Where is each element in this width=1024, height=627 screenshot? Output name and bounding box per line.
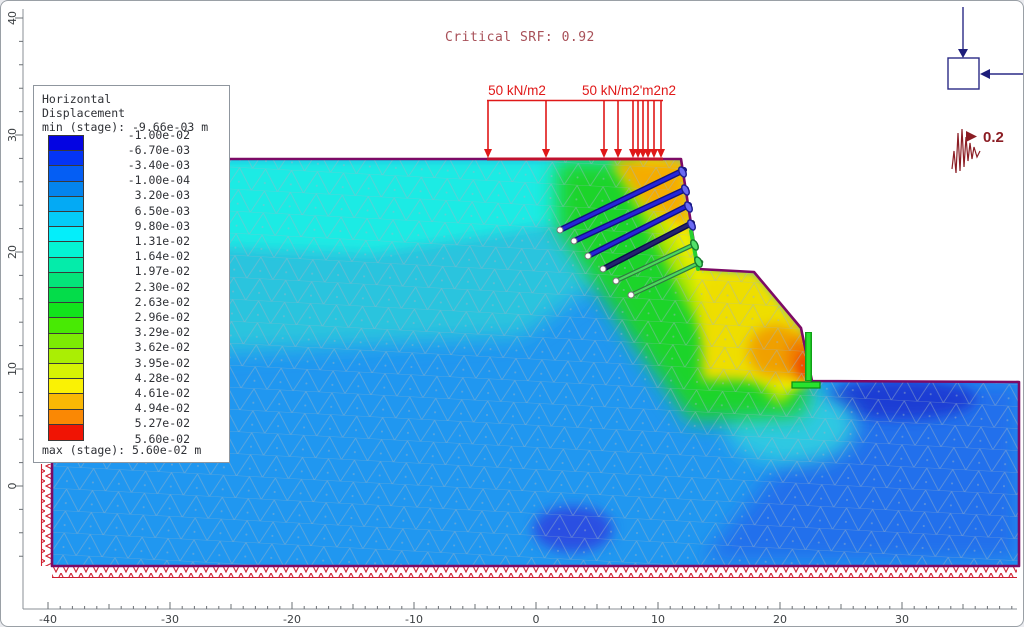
legend-color-chip	[49, 273, 83, 288]
y-axis-tick-label: 10	[6, 362, 19, 376]
seismic-load-icon: 0.2	[952, 129, 1004, 173]
legend-value: 2.30e-02	[84, 281, 190, 294]
legend-color-chip	[49, 166, 83, 181]
legend-value: 1.64e-02	[84, 250, 190, 263]
load-arrow-head	[484, 149, 492, 158]
legend-value: -1.00e-02	[84, 129, 190, 142]
legend-color-chip	[49, 242, 83, 257]
seismic-direction-arrow-icon	[966, 131, 977, 142]
nail-end-node	[571, 238, 577, 244]
legend-max-value: max (stage): 5.60e-02 m	[42, 443, 201, 457]
legend-color-chip	[49, 212, 83, 227]
x-axis-tick-label: 30	[895, 613, 909, 626]
x-axis-tick-label: -30	[161, 613, 179, 626]
legend-color-chip	[49, 425, 83, 440]
legend-color-chip	[49, 379, 83, 394]
nail-end-node	[557, 227, 563, 233]
seismic-coefficient-value: 0.2	[983, 129, 1004, 146]
load-arrow-head	[650, 149, 658, 158]
legend-value: 4.61e-02	[84, 387, 190, 400]
legend-color-chip	[49, 349, 83, 364]
load-label-right: 50 kN/m2'm2n2	[582, 83, 676, 98]
legend-value: 1.97e-02	[84, 265, 190, 278]
x-axis-tick-label: 20	[773, 613, 787, 626]
legend-value: 2.96e-02	[84, 311, 190, 324]
load-arrow-head	[657, 149, 665, 158]
legend-color-chip	[49, 197, 83, 212]
legend-color-chip	[49, 364, 83, 379]
y-axis-tick-label: 40	[6, 11, 19, 25]
field-stress-icon	[948, 7, 1023, 89]
legend-value: 6.50e-03	[84, 205, 190, 218]
x-axis-tick-label: -10	[405, 613, 423, 626]
nail-end-node	[628, 292, 634, 298]
legend-title-line2: Displacement	[42, 106, 208, 120]
legend-value: 1.31e-02	[84, 235, 190, 248]
x-axis-tick-label: -20	[283, 613, 301, 626]
legend-value: 4.94e-02	[84, 402, 190, 415]
fea-interpreter-window: -40 -30 -20 -10 0 10 20 30 0 10 20 30 40 50 kN/m2 50…	[0, 0, 1024, 627]
legend-value: 3.95e-02	[84, 357, 190, 370]
legend-color-chip	[49, 303, 83, 318]
load-arrow-head	[600, 149, 608, 158]
critical-srf-label: Critical SRF: 0.92	[445, 30, 595, 45]
bottom-roller-hatching	[52, 567, 1017, 578]
legend-color-chip	[49, 227, 83, 242]
legend-color-chip	[49, 318, 83, 333]
legend-value: 3.29e-02	[84, 326, 190, 339]
legend-color-chip	[49, 182, 83, 197]
legend-title-line1: Horizontal	[42, 92, 208, 106]
legend-value: -1.00e-04	[84, 174, 190, 187]
legend-panel: Horizontal Displacement min (stage): -9.…	[33, 85, 230, 463]
legend-value: 9.80e-03	[84, 220, 190, 233]
wall-footing[interactable]	[792, 382, 820, 388]
legend-value: 3.62e-02	[84, 341, 190, 354]
load-label-left: 50 kN/m2	[488, 83, 546, 98]
y-axis-tick-label: 30	[6, 128, 19, 142]
legend-value: -6.70e-03	[84, 144, 190, 157]
x-axis-tick-label: 0	[533, 613, 540, 626]
legend-value: 5.27e-02	[84, 417, 190, 430]
y-axis-tick-label: 0	[6, 483, 19, 490]
legend-value: 2.63e-02	[84, 296, 190, 309]
legend-color-chip	[49, 258, 83, 273]
y-axis-tick-label: 20	[6, 245, 19, 259]
left-roller-hatching	[41, 464, 52, 566]
legend-color-chip	[49, 151, 83, 166]
distributed-loads-group	[484, 101, 665, 159]
legend-color-scale	[48, 135, 84, 441]
nail-end-node	[613, 278, 619, 284]
nail-end-node	[600, 266, 606, 272]
legend-color-chip	[49, 410, 83, 425]
legend-value: 3.20e-03	[84, 189, 190, 202]
x-axis-tick-label: -40	[39, 613, 57, 626]
legend-color-chip	[49, 136, 83, 151]
load-arrow-head	[542, 149, 550, 158]
legend-color-chip	[49, 334, 83, 349]
legend-color-chip	[49, 394, 83, 409]
nail-end-node	[585, 253, 591, 259]
load-arrow-head	[614, 149, 622, 158]
legend-value: -3.40e-03	[84, 159, 190, 172]
legend-value: 4.28e-02	[84, 372, 190, 385]
x-axis-tick-label: 10	[651, 613, 665, 626]
legend-color-chip	[49, 288, 83, 303]
